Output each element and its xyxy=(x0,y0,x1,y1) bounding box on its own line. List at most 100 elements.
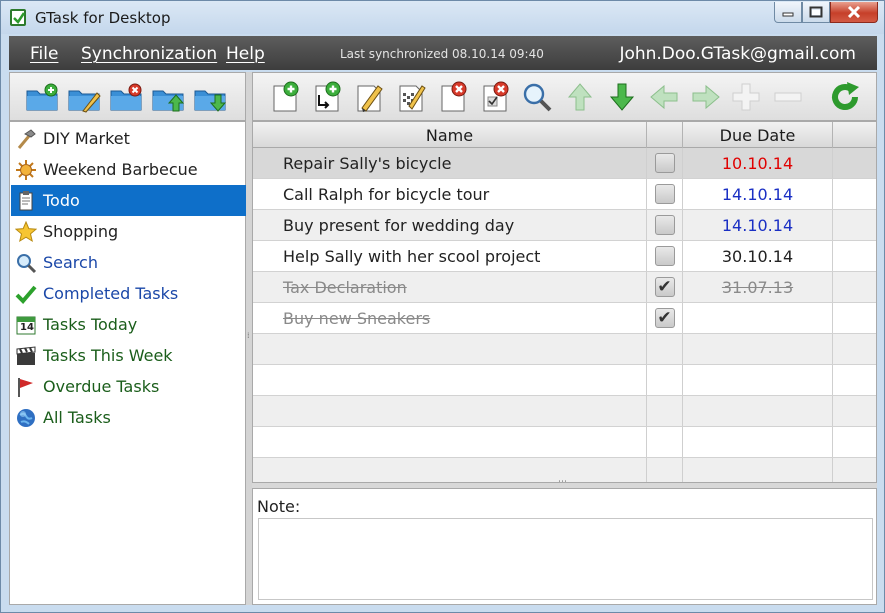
collapse-button[interactable] xyxy=(772,81,804,113)
task-done-checkbox[interactable]: ✔ xyxy=(654,277,675,297)
notes-textarea[interactable] xyxy=(258,518,873,600)
splitter-grip-icon: ⋯ xyxy=(558,477,567,487)
table-row[interactable]: Buy present for wedding day 14.10.14 xyxy=(253,210,876,241)
sidebar-item-shopping[interactable]: Shopping xyxy=(11,216,246,247)
add-subtask-button[interactable] xyxy=(311,81,343,113)
move-list-down-button[interactable] xyxy=(193,83,227,113)
menu-help[interactable]: Help xyxy=(226,44,265,64)
delete-list-button[interactable] xyxy=(109,83,143,113)
menu-synchronization[interactable]: Synchronization xyxy=(81,44,217,64)
notes-label: Note: xyxy=(257,497,301,516)
sidebar-item-all-tasks[interactable]: All Tasks xyxy=(11,402,246,433)
expand-button[interactable] xyxy=(730,81,762,113)
table-row[interactable]: Buy new Sneakers ✔ xyxy=(253,303,876,334)
arrow-up-icon xyxy=(567,83,593,111)
edit-task-button[interactable] xyxy=(353,81,385,113)
task-due-date-cell[interactable]: 14.10.14 xyxy=(683,210,833,240)
minimize-button[interactable] xyxy=(774,2,802,23)
task-done-checkbox[interactable] xyxy=(654,246,675,266)
column-header-name[interactable]: Name xyxy=(253,122,647,148)
app-window: GTask for Desktop File Synchronization H… xyxy=(0,0,885,613)
task-due-date-cell xyxy=(683,365,833,395)
task-done-cell xyxy=(647,148,683,178)
sidebar-item-overdue-tasks[interactable]: Overdue Tasks xyxy=(11,371,246,402)
task-done-cell xyxy=(647,396,683,426)
task-done-checkbox[interactable]: ✔ xyxy=(654,308,675,328)
move-task-down-button[interactable] xyxy=(606,81,638,113)
sidebar-item-tasks-today[interactable]: 14 Tasks Today xyxy=(11,309,246,340)
sidebar-item-label: All Tasks xyxy=(43,408,111,427)
task-due-date-cell[interactable]: 10.10.14 xyxy=(683,148,833,178)
menu-file[interactable]: File xyxy=(30,44,58,64)
menu-bar: File Synchronization Help Last synchroni… xyxy=(9,36,877,70)
star-icon xyxy=(15,220,37,243)
sidebar-item-label: DIY Market xyxy=(43,129,130,148)
sidebar-item-diy-market[interactable]: DIY Market xyxy=(11,123,246,154)
move-task-up-button[interactable] xyxy=(564,81,596,113)
sidebar-item-todo[interactable]: Todo xyxy=(11,185,246,216)
task-done-cell xyxy=(647,365,683,395)
arrow-left-icon xyxy=(650,84,678,110)
task-due-date: 10.10.14 xyxy=(721,153,794,173)
task-name: Buy present for wedding day xyxy=(283,215,515,235)
task-due-date-cell[interactable]: 14.10.14 xyxy=(683,179,833,209)
task-done-cell: ✔ xyxy=(647,303,683,333)
rename-list-button[interactable] xyxy=(67,83,101,113)
delete-task-button[interactable] xyxy=(437,81,469,113)
task-due-date-cell xyxy=(683,458,833,482)
add-task-button[interactable] xyxy=(269,81,301,113)
task-due-date: 31.07.13 xyxy=(721,277,794,297)
sidebar-item-weekend-barbecue[interactable]: Weekend Barbecue xyxy=(11,154,246,185)
task-name: Buy new Sneakers xyxy=(283,308,431,328)
outdent-task-button[interactable] xyxy=(648,81,680,113)
arrow-down-icon xyxy=(609,83,635,111)
task-done-checkbox[interactable] xyxy=(654,153,675,173)
indent-task-button[interactable] xyxy=(690,81,722,113)
task-name-cell[interactable]: Buy new Sneakers xyxy=(253,303,647,333)
task-name-cell[interactable]: Buy present for wedding day xyxy=(253,210,647,240)
search-icon xyxy=(523,83,552,112)
sync-button[interactable] xyxy=(829,81,861,113)
sidebar-item-tasks-this-week[interactable]: Tasks This Week xyxy=(11,340,246,371)
maximize-icon xyxy=(809,6,823,18)
page-add-icon xyxy=(273,81,299,112)
task-name-cell xyxy=(253,427,647,457)
task-done-checkbox[interactable] xyxy=(654,184,675,204)
task-name-cell[interactable]: Help Sally with her scool project xyxy=(253,241,647,271)
move-list-up-button[interactable] xyxy=(151,83,185,113)
sidebar-item-completed-tasks[interactable]: Completed Tasks xyxy=(11,278,246,309)
add-list-button[interactable] xyxy=(25,83,59,113)
column-header-done[interactable] xyxy=(647,122,683,148)
list-toolbar xyxy=(9,72,246,121)
empty-row xyxy=(253,427,876,458)
filler-cell xyxy=(833,303,876,333)
column-header-due-date[interactable]: Due Date xyxy=(683,122,833,148)
task-done-checkbox[interactable] xyxy=(654,215,675,235)
task-name-cell[interactable]: Tax Declaration xyxy=(253,272,647,302)
task-due-date-cell[interactable] xyxy=(683,303,833,333)
sidebar-item-search[interactable]: Search xyxy=(11,247,246,278)
task-done-cell xyxy=(647,179,683,209)
search-tasks-button[interactable] xyxy=(521,81,553,113)
task-toolbar xyxy=(252,72,877,121)
calendar-day: 14 xyxy=(20,321,34,333)
close-button[interactable] xyxy=(830,2,878,23)
filler-cell xyxy=(833,272,876,302)
filler-cell xyxy=(833,365,876,395)
table-row[interactable]: Help Sally with her scool project 30.10.1… xyxy=(253,241,876,272)
delete-completed-button[interactable] xyxy=(479,81,511,113)
maximize-button[interactable] xyxy=(802,2,830,23)
table-row[interactable]: Repair Sally's bicycle 10.10.14 xyxy=(253,148,876,179)
page-edit-icon xyxy=(357,85,383,112)
task-due-date-cell[interactable]: 31.07.13 xyxy=(683,272,833,302)
task-name-cell[interactable]: Repair Sally's bicycle xyxy=(253,148,647,178)
page-add-subtask-icon xyxy=(315,81,341,112)
task-name-cell[interactable]: Call Ralph for bicycle tour xyxy=(253,179,647,209)
task-due-date-cell[interactable]: 30.10.14 xyxy=(683,241,833,271)
table-row[interactable]: Tax Declaration ✔ 31.07.13 xyxy=(253,272,876,303)
empty-row xyxy=(253,365,876,396)
table-row[interactable]: Call Ralph for bicycle tour 14.10.14 xyxy=(253,179,876,210)
page-delete-icon xyxy=(441,81,467,112)
note-edit-icon xyxy=(399,85,426,112)
edit-note-button[interactable] xyxy=(395,81,427,113)
